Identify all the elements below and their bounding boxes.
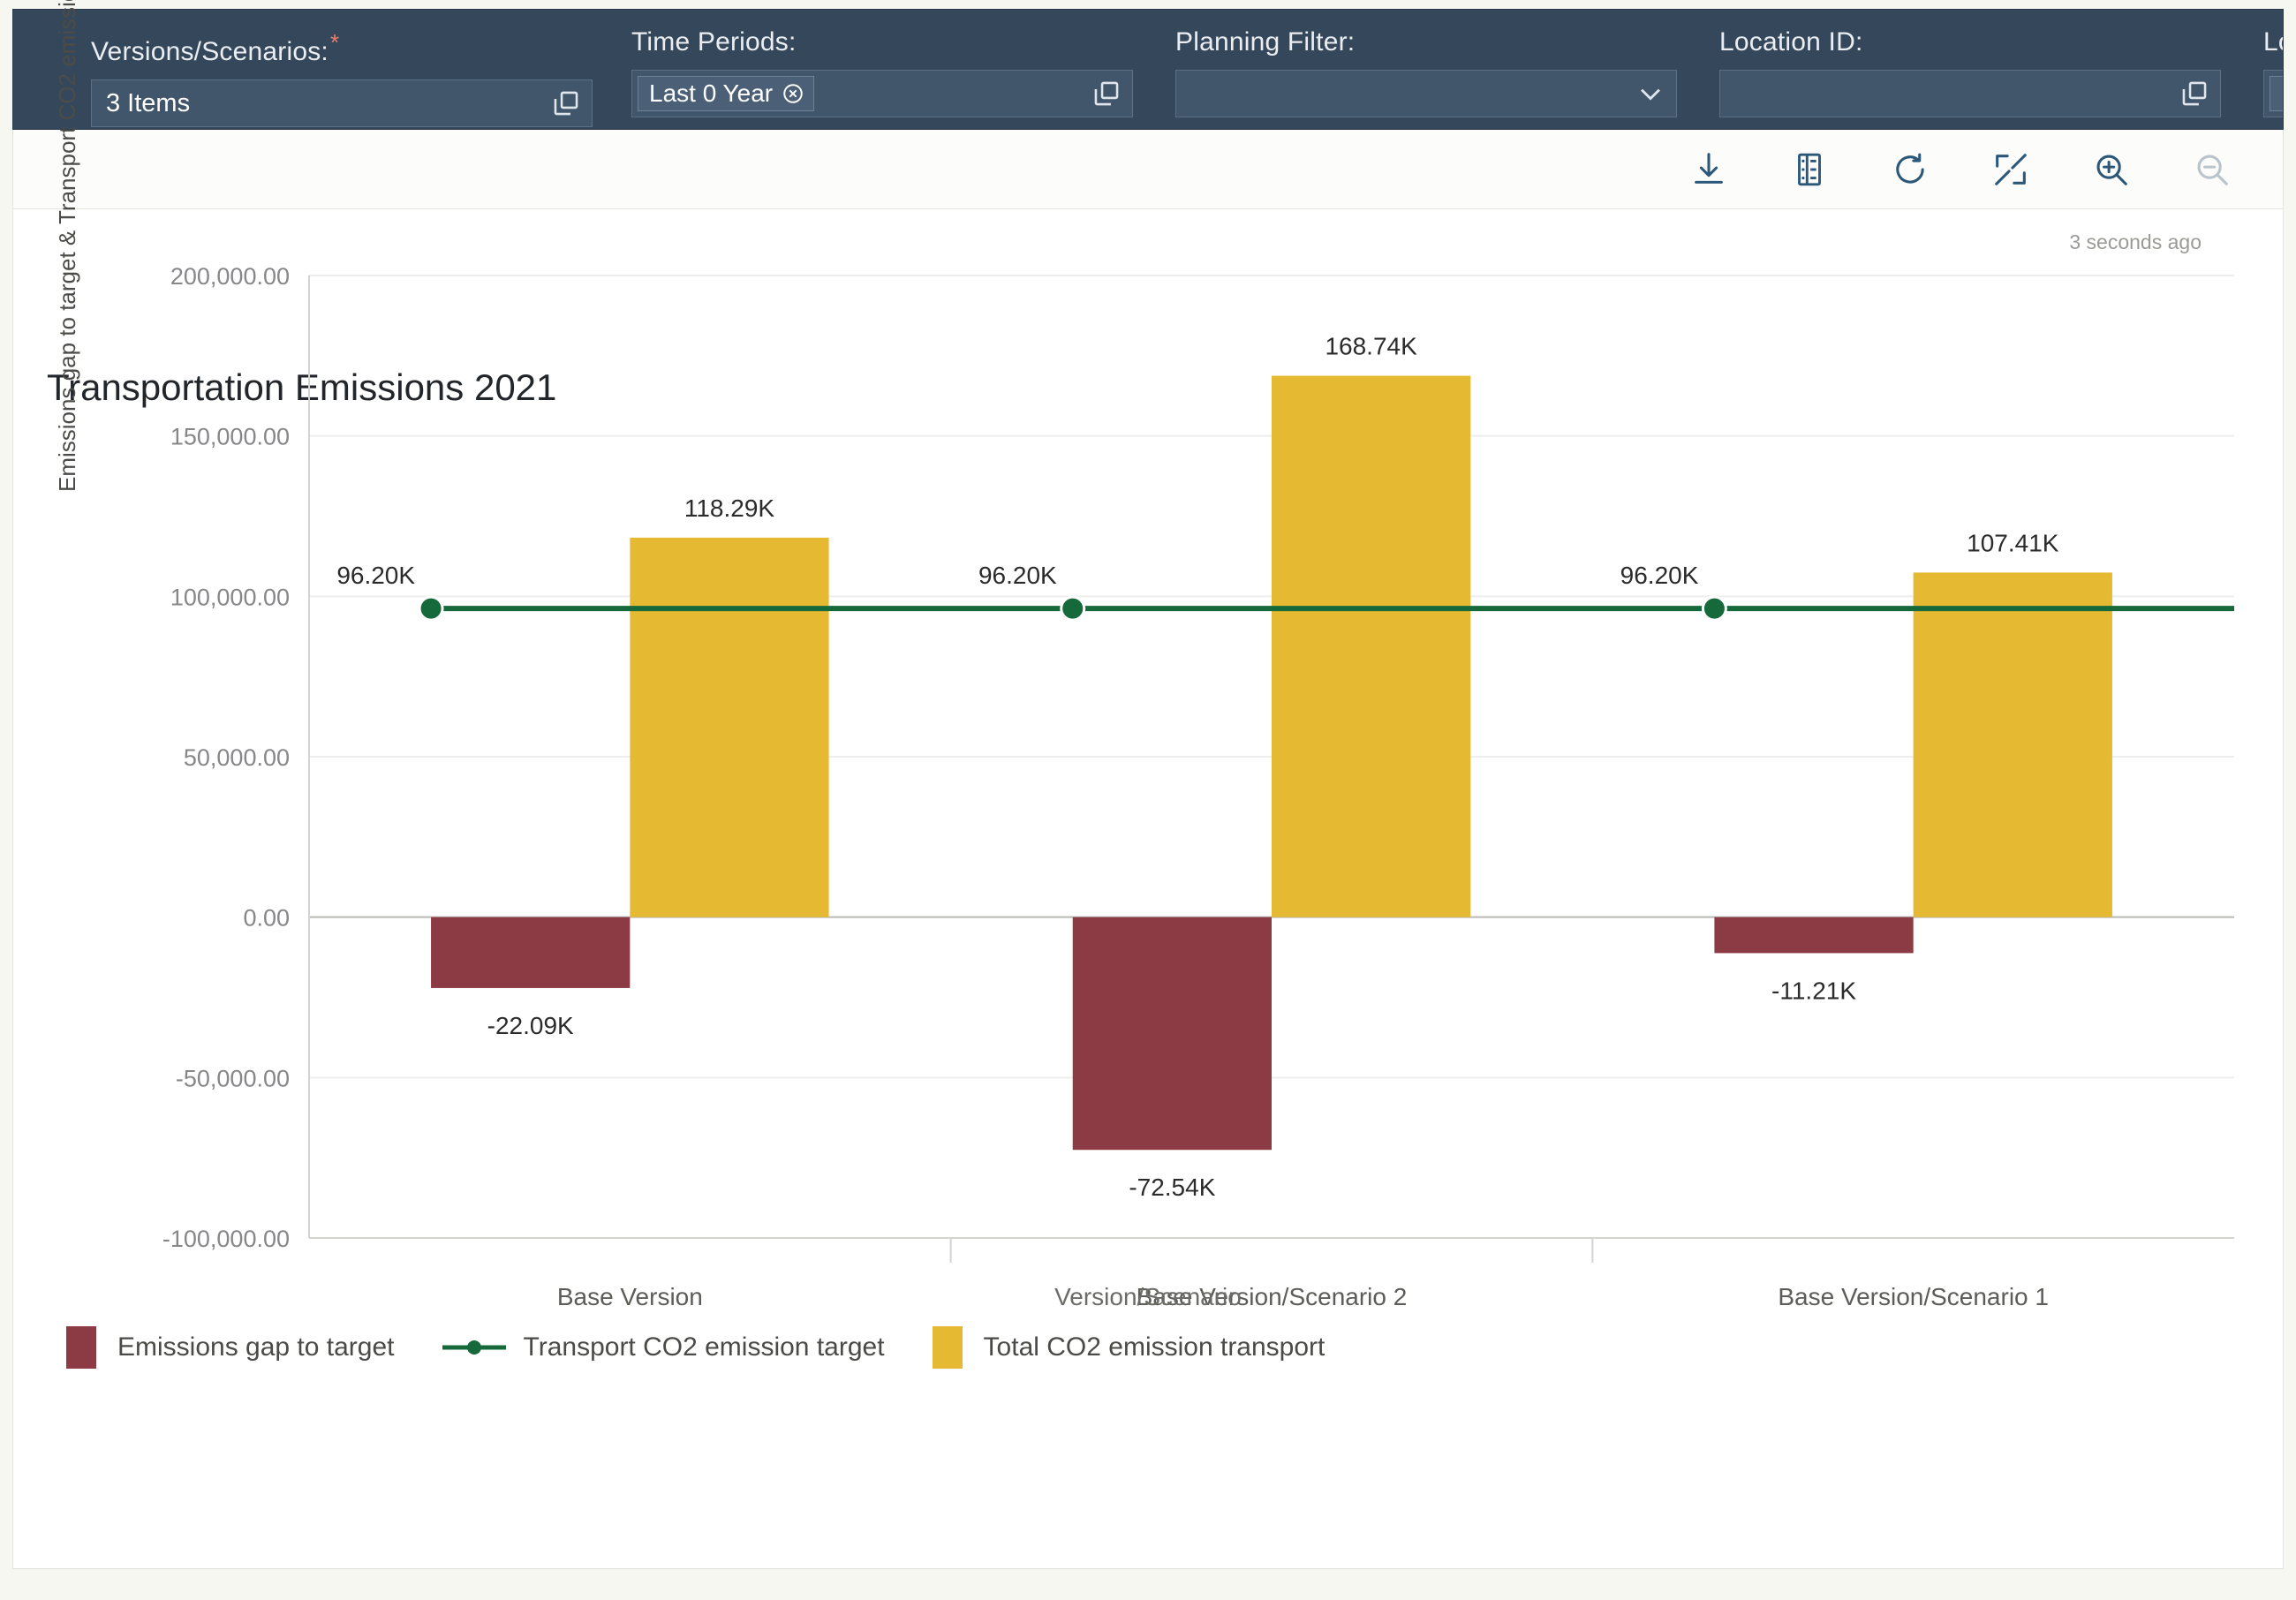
app-root: Versions/Scenarios:* 3 Items Time Period…: [0, 0, 2296, 1600]
location-truncated-token-label: P: [2281, 79, 2284, 108]
location-truncated-token-wrap: P: [2270, 76, 2284, 111]
filter-label-text: Versions/Scenarios:: [91, 37, 329, 66]
filter-group-location-truncated: Lo P: [2263, 26, 2284, 117]
legend-swatch-icon: [933, 1326, 963, 1369]
chart-toolbar: [12, 130, 2284, 209]
legend-item-total-co2[interactable]: Total CO2 emission transport: [933, 1326, 1325, 1369]
chart-bar[interactable]: [1073, 917, 1272, 1151]
legend-label: Transport CO2 emission target: [524, 1332, 885, 1362]
value-help-icon[interactable]: [1091, 79, 1122, 109]
y-axis-tick-label: 0.00: [243, 905, 290, 932]
target-line-marker[interactable]: [1703, 597, 1726, 620]
filter-label-planning-filter: Planning Filter:: [1175, 26, 1677, 59]
y-axis-tick-label: -100,000.00: [162, 1226, 290, 1252]
chart-toolbar-actions: [1688, 130, 2233, 209]
chart-legend: Emissions gap to target Transport CO2 em…: [66, 1326, 1372, 1369]
zoom-in-icon[interactable]: [2090, 148, 2133, 191]
bar-data-label: 118.29K: [684, 494, 775, 522]
location-truncated-token[interactable]: P: [2270, 76, 2284, 111]
legend-item-transport-target[interactable]: Transport CO2 emission target: [442, 1332, 885, 1362]
versions-scenarios-value: 3 Items: [106, 89, 542, 118]
y-axis-tick-label: 200,000.00: [170, 263, 290, 290]
chart-bar[interactable]: [1914, 572, 2112, 917]
legend-label: Emissions gap to target: [117, 1332, 395, 1362]
y-axis-tick-label: 100,000.00: [170, 584, 290, 610]
bar-data-label: -72.54K: [1129, 1174, 1215, 1201]
time-period-token[interactable]: Last 0 Year: [638, 76, 814, 111]
y-axis-tick-label: 50,000.00: [184, 744, 290, 771]
target-data-label: 96.20K: [1620, 562, 1699, 589]
versions-scenarios-input[interactable]: 3 Items: [91, 79, 593, 127]
filter-bar: Versions/Scenarios:* 3 Items Time Period…: [12, 9, 2284, 130]
target-data-label: 96.20K: [336, 562, 415, 589]
filter-group-versions-scenarios: Versions/Scenarios:* 3 Items: [91, 26, 593, 127]
bar-data-label: -22.09K: [487, 1012, 574, 1039]
location-truncated-input[interactable]: P: [2263, 70, 2284, 117]
filter-group-location-id: Location ID:: [1719, 26, 2221, 117]
time-periods-input[interactable]: Last 0 Year: [631, 70, 1133, 117]
table-view-icon[interactable]: [1788, 148, 1831, 191]
refresh-icon[interactable]: [1889, 148, 1931, 191]
time-periods-token-wrap: Last 0 Year: [638, 76, 1083, 111]
x-axis-title: Version/Scenario: [13, 1283, 2283, 1311]
filter-label-versions-scenarios: Versions/Scenarios:*: [91, 26, 593, 69]
filter-label-location-id: Location ID:: [1719, 26, 2221, 59]
planning-filter-select[interactable]: [1175, 70, 1677, 117]
token-remove-icon[interactable]: [782, 82, 804, 105]
fullscreen-icon[interactable]: [1990, 148, 2032, 191]
target-data-label: 96.20K: [978, 562, 1057, 589]
filter-label-time-periods: Time Periods:: [631, 26, 1133, 59]
legend-swatch-icon: [66, 1326, 96, 1369]
filter-group-planning-filter: Planning Filter:: [1175, 26, 1677, 117]
chart-bar[interactable]: [431, 917, 630, 988]
y-axis-tick-label: -50,000.00: [176, 1065, 290, 1091]
bar-data-label: 168.74K: [1325, 333, 1417, 360]
location-id-input[interactable]: [1719, 70, 2221, 117]
zoom-out-icon[interactable]: [2191, 148, 2233, 191]
legend-label: Total CO2 emission transport: [984, 1332, 1325, 1362]
filter-group-time-periods: Time Periods: Last 0 Year: [631, 26, 1133, 117]
bar-data-label: 107.41K: [1967, 529, 2059, 556]
filter-label-location-truncated: Lo: [2263, 26, 2284, 59]
time-period-token-label: Last 0 Year: [649, 79, 773, 108]
target-line-marker[interactable]: [1061, 597, 1084, 620]
target-line-marker[interactable]: [419, 597, 442, 620]
value-help-icon[interactable]: [551, 88, 581, 118]
chart-bar[interactable]: [630, 538, 828, 917]
chart-bar[interactable]: [1714, 917, 1913, 954]
bar-data-label: -11.21K: [1771, 977, 1856, 1004]
chevron-down-icon[interactable]: [1635, 79, 1665, 109]
legend-line-dot-icon: [442, 1337, 506, 1358]
download-icon[interactable]: [1688, 148, 1730, 191]
legend-item-emissions-gap[interactable]: Emissions gap to target: [66, 1326, 395, 1369]
required-asterisk: *: [330, 29, 339, 56]
chart-panel: Transportation Emissions 2021 3 seconds …: [12, 209, 2284, 1569]
y-axis-tick-label: 150,000.00: [170, 424, 290, 450]
chart-bar[interactable]: [1272, 376, 1470, 917]
value-help-icon[interactable]: [2179, 79, 2209, 109]
